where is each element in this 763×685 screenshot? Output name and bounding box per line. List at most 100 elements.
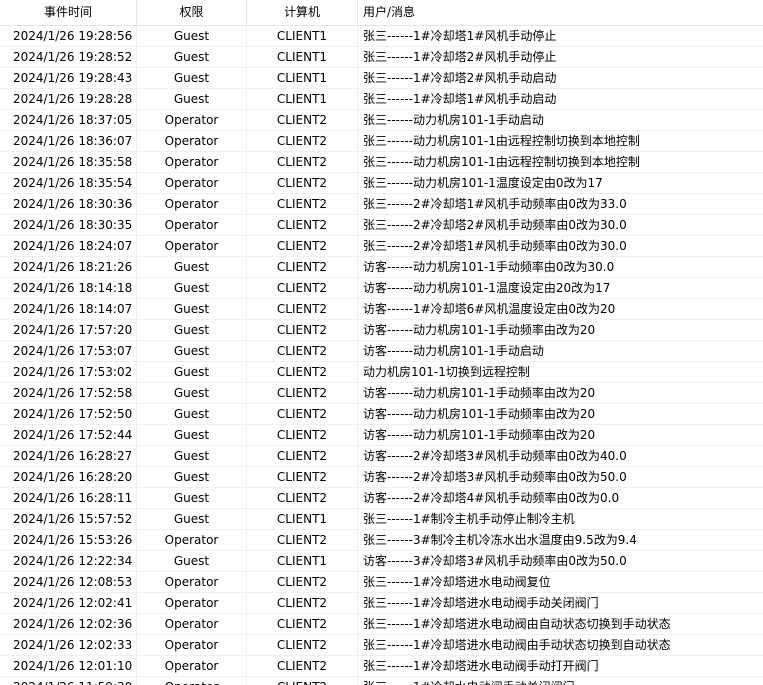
cell-computer: CLIENT1	[247, 26, 358, 46]
cell-computer: CLIENT2	[247, 635, 358, 655]
table-row[interactable]: 2024/1/26 18:36:07 Operator CLIENT2 张三-----…	[0, 131, 763, 152]
cell-permission: Guest	[137, 320, 247, 340]
table-row[interactable]: 2024/1/26 18:14:07 Guest CLIENT2 访客------1#…	[0, 299, 763, 320]
column-header-computer[interactable]: 计算机	[247, 0, 358, 25]
cell-message: 访客------动力机房101-1手动频率由0改为30.0	[363, 260, 615, 274]
cell-message: 张三------2#冷却塔1#风机手动频率由0改为30.0	[363, 239, 627, 253]
cell-event-time: 2024/1/26 17:52:58	[0, 383, 137, 403]
cell-message: 张三------动力机房101-1手动启动	[363, 113, 544, 127]
table-row[interactable]: 2024/1/26 18:14:18 Guest CLIENT2 访客------动力…	[0, 278, 763, 299]
cell-event-time: 2024/1/26 19:28:56	[0, 26, 137, 46]
cell-event-time: 2024/1/26 12:08:53	[0, 572, 137, 592]
table-row[interactable]: 2024/1/26 17:57:20 Guest CLIENT2 访客------动力…	[0, 320, 763, 341]
table-row[interactable]: 2024/1/26 12:02:33 Operator CLIENT2 张三-----…	[0, 635, 763, 656]
cell-permission: Guest	[137, 362, 247, 382]
cell-computer: CLIENT2	[247, 446, 358, 466]
grid-body: 2024/1/26 19:28:56 Guest CLIENT1 张三------1#…	[0, 26, 763, 685]
cell-event-time: 2024/1/26 18:14:07	[0, 299, 137, 319]
cell-computer: CLIENT2	[247, 131, 358, 151]
cell-permission: Guest	[137, 488, 247, 508]
cell-message: 张三------1#冷却塔进水电动阀手动打开阀门	[363, 659, 599, 673]
table-row[interactable]: 2024/1/26 12:08:53 Operator CLIENT2 张三-----…	[0, 572, 763, 593]
grid-header: 事件时间 权限 计算机 用户/消息	[0, 0, 763, 26]
cell-permission: Operator	[137, 131, 247, 151]
cell-computer: CLIENT2	[247, 341, 358, 361]
table-row[interactable]: 2024/1/26 18:30:35 Operator CLIENT2 张三-----…	[0, 215, 763, 236]
table-row[interactable]: 2024/1/26 18:37:05 Operator CLIENT2 张三-----…	[0, 110, 763, 131]
cell-message: 张三------1#冷却塔进水电动阀复位	[363, 575, 551, 589]
cell-message: 访客------1#冷却塔6#风机温度设定由0改为20	[363, 302, 616, 316]
cell-permission: Guest	[137, 47, 247, 67]
cell-computer: CLIENT2	[247, 467, 358, 487]
table-row[interactable]: 2024/1/26 18:30:36 Operator CLIENT2 张三-----…	[0, 194, 763, 215]
cell-event-time: 2024/1/26 12:22:34	[0, 551, 137, 571]
cell-event-time: 2024/1/26 17:53:02	[0, 362, 137, 382]
table-row[interactable]: 2024/1/26 18:35:54 Operator CLIENT2 张三-----…	[0, 173, 763, 194]
cell-permission: Guest	[137, 341, 247, 361]
cell-event-time: 2024/1/26 19:28:43	[0, 68, 137, 88]
cell-message: 张三------1#冷却塔进水电动阀由自动状态切换到手动状态	[363, 617, 671, 631]
cell-message: 张三------1#冷却水电动阀手动关闭阀门	[358, 677, 763, 685]
cell-event-time: 2024/1/26 18:35:58	[0, 152, 137, 172]
cell-event-time: 2024/1/26 12:02:36	[0, 614, 137, 634]
table-row[interactable]: 2024/1/26 12:02:36 Operator CLIENT2 张三-----…	[0, 614, 763, 635]
cell-computer: CLIENT2	[247, 257, 358, 277]
table-row[interactable]: 2024/1/26 12:22:34 Guest CLIENT1 访客------3#…	[0, 551, 763, 572]
table-row[interactable]: 2024/1/26 18:24:07 Operator CLIENT2 张三-----…	[0, 236, 763, 257]
cell-message: 访客------2#冷却塔3#风机手动频率由0改为40.0	[363, 449, 627, 463]
column-header-user-message[interactable]: 用户/消息	[358, 0, 763, 25]
cell-event-time: 2024/1/26 18:24:07	[0, 236, 137, 256]
table-row[interactable]: 2024/1/26 17:52:58 Guest CLIENT2 访客------动力…	[0, 383, 763, 404]
table-row[interactable]: 2024/1/26 19:28:56 Guest CLIENT1 张三------1#…	[0, 26, 763, 47]
cell-event-time: 2024/1/26 17:57:20	[0, 320, 137, 340]
cell-event-time: 2024/1/26 19:28:52	[0, 47, 137, 67]
cell-computer: CLIENT2	[247, 320, 358, 340]
cell-computer: CLIENT2	[247, 530, 358, 550]
cell-message: 张三------1#制冷主机手动停止制冷主机	[363, 512, 575, 526]
cell-computer: CLIENT2	[247, 278, 358, 298]
table-row[interactable]: 2024/1/26 16:28:27 Guest CLIENT2 访客------2#…	[0, 446, 763, 467]
cell-event-time: 2024/1/26 18:36:07	[0, 131, 137, 151]
cell-message: 动力机房101-1切换到远程控制	[363, 365, 530, 379]
cell-permission: Guest	[137, 257, 247, 277]
cell-message: 访客------动力机房101-1手动频率由改为20	[363, 323, 596, 337]
cell-event-time: 2024/1/26 19:28:28	[0, 89, 137, 109]
cell-permission: Guest	[137, 509, 247, 529]
table-row[interactable]: 2024/1/26 12:01:10 Operator CLIENT2 张三-----…	[0, 656, 763, 677]
table-row[interactable]: 2024/1/26 16:28:20 Guest CLIENT2 访客------2#…	[0, 467, 763, 488]
cell-computer: CLIENT2	[247, 362, 358, 382]
cell-permission: Guest	[137, 299, 247, 319]
cell-message: 张三------1#冷却塔进水电动阀手动关闭阀门	[363, 596, 599, 610]
table-row[interactable]: 2024/1/26 19:28:43 Guest CLIENT1 张三------1#…	[0, 68, 763, 89]
table-row[interactable]: 2024/1/26 17:52:50 Guest CLIENT2 访客------动力…	[0, 404, 763, 425]
cell-computer: CLIENT1	[247, 47, 358, 67]
cell-permission: Guest	[137, 68, 247, 88]
cell-event-time: 2024/1/26 18:37:05	[0, 110, 137, 130]
table-row[interactable]: 2024/1/26 18:21:26 Guest CLIENT2 访客------动力…	[0, 257, 763, 278]
cell-message: 张三------2#冷却塔1#风机手动频率由0改为33.0	[363, 197, 627, 211]
cell-message: 访客------2#冷却塔4#风机手动频率由0改为0.0	[363, 491, 620, 505]
table-row[interactable]: 2024/1/26 17:53:07 Guest CLIENT2 访客------动力…	[0, 341, 763, 362]
cell-computer: CLIENT2	[247, 677, 358, 685]
column-header-event-time[interactable]: 事件时间	[0, 0, 137, 25]
table-row[interactable]: 2024/1/26 19:28:52 Guest CLIENT1 张三------1#…	[0, 47, 763, 68]
cell-computer: CLIENT2	[247, 593, 358, 613]
cell-message: 访客------3#冷却塔3#风机手动频率由0改为50.0	[363, 554, 627, 568]
table-row[interactable]: 2024/1/26 15:57:52 Guest CLIENT1 张三------1#…	[0, 509, 763, 530]
cell-computer: CLIENT1	[247, 68, 358, 88]
cell-computer: CLIENT2	[247, 488, 358, 508]
cell-event-time: 2024/1/26 16:28:20	[0, 467, 137, 487]
table-row[interactable]: 2024/1/26 17:52:44 Guest CLIENT2 访客------动力…	[0, 425, 763, 446]
table-row[interactable]: 2024/1/26 16:28:11 Guest CLIENT2 访客------2#…	[0, 488, 763, 509]
table-row[interactable]: 2024/1/26 17:53:02 Guest CLIENT2 动力机房101-1切…	[0, 362, 763, 383]
table-row[interactable]: 2024/1/26 19:28:28 Guest CLIENT1 张三------1#…	[0, 89, 763, 110]
cell-message: 张三------3#制冷主机冷冻水出水温度由9.5改为9.4	[363, 533, 637, 547]
table-row[interactable]: 2024/1/26 12:02:41 Operator CLIENT2 张三-----…	[0, 593, 763, 614]
column-header-permission[interactable]: 权限	[137, 0, 247, 25]
table-row[interactable]: 2024/1/26 11:59:30OperatorCLIENT2张三-----…	[0, 677, 763, 685]
table-row[interactable]: 2024/1/26 18:35:58 Operator CLIENT2 张三-----…	[0, 152, 763, 173]
cell-computer: CLIENT1	[247, 89, 358, 109]
cell-permission: Operator	[137, 614, 247, 634]
table-row[interactable]: 2024/1/26 15:53:26 Operator CLIENT2 张三-----…	[0, 530, 763, 551]
cell-event-time: 2024/1/26 18:21:26	[0, 257, 137, 277]
